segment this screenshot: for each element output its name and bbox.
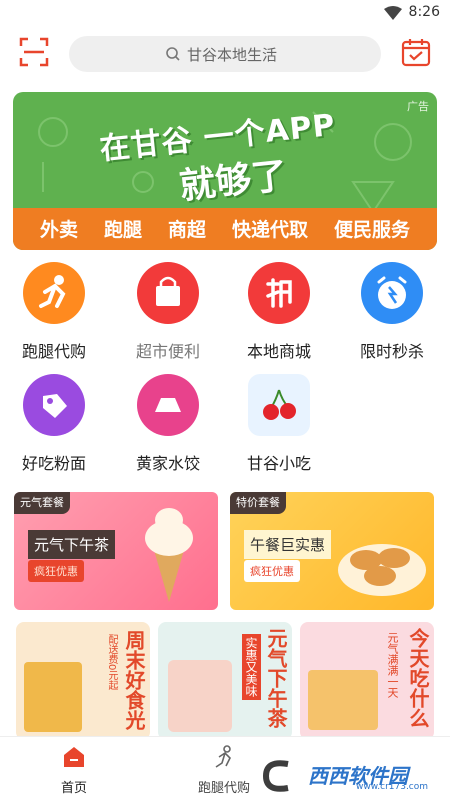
banner-tag: 外卖 xyxy=(39,219,78,241)
featured-cards: 配送费0元起 周末好食光 实惠又美味 元气下午茶 元气满满一天 今天吃什么 xyxy=(0,622,450,740)
grab-icon xyxy=(248,262,310,324)
header: 甘谷本地生活 xyxy=(0,34,450,74)
search-input[interactable]: 甘谷本地生活 xyxy=(69,36,381,72)
promo-title: 元气下午茶 xyxy=(28,530,116,559)
service-label: 黄家水饺 xyxy=(135,454,200,473)
alarm-clock-icon xyxy=(361,262,423,324)
site-watermark: 西西软件园 www.cr173.com xyxy=(250,756,446,796)
status-bar: 8:26 xyxy=(0,0,450,26)
shopping-bag-icon xyxy=(137,262,199,324)
runner-icon xyxy=(23,262,85,324)
promo-tag: 元气套餐 xyxy=(14,492,70,514)
watermark-url: www.cr173.com xyxy=(356,782,429,792)
card-small-text: 实惠又美味 xyxy=(242,634,261,700)
snack-bag-image xyxy=(24,662,82,732)
banner-tag: 跑腿 xyxy=(103,219,142,241)
cherry-icon xyxy=(248,374,310,436)
home-icon xyxy=(64,747,84,767)
service-item-local-mall[interactable]: 本地商城 xyxy=(229,262,329,366)
featured-card-weekend[interactable]: 配送费0元起 周末好食光 xyxy=(16,622,150,740)
promo-badge: 疯狂优惠 xyxy=(28,560,84,582)
service-label: 限时秒杀 xyxy=(359,342,424,361)
service-label: 跑腿代购 xyxy=(21,342,86,361)
service-item-noodles[interactable]: 好吃粉面 xyxy=(4,374,104,478)
featured-card-afternoon[interactable]: 实惠又美味 元气下午茶 xyxy=(158,622,292,740)
status-time: 8:26 xyxy=(408,4,440,20)
banner-tag: 快递代取 xyxy=(231,219,308,241)
service-item-errand[interactable]: 跑腿代购 xyxy=(4,262,104,366)
promo-card-afternoon-tea[interactable]: 元气套餐 元气下午茶 疯狂优惠 xyxy=(14,492,218,610)
search-placeholder: 甘谷本地生活 xyxy=(187,46,278,64)
service-label: 超市便利 xyxy=(135,342,200,361)
promo-card-lunch[interactable]: 特价套餐 午餐巨实惠 疯狂优惠 xyxy=(230,492,434,610)
tab-label: 首页 xyxy=(60,781,87,796)
wifi-icon xyxy=(384,6,402,20)
ad-label: 广告 xyxy=(407,100,429,113)
promo-badge: 疯狂优惠 xyxy=(244,560,300,582)
dumpling-plate-icon xyxy=(338,544,426,596)
service-label: 甘谷小吃 xyxy=(246,454,311,473)
featured-card-today[interactable]: 元气满满一天 今天吃什么 xyxy=(300,622,434,740)
service-item-dumplings[interactable]: 黄家水饺 xyxy=(118,374,218,478)
bottom-tab-bar: 首页 跑腿代购 西西软件园 www.cr173.com xyxy=(0,736,450,800)
banner-tag: 便民服务 xyxy=(333,219,410,241)
promo-banner[interactable]: 广告 在甘谷 一个APP 就够了 外卖 跑腿 商超 快递代取 便民服务 xyxy=(13,92,437,250)
service-item-snacks[interactable]: 甘谷小吃 xyxy=(229,374,329,478)
service-label: 好吃粉面 xyxy=(21,454,86,473)
service-item-supermarket[interactable]: 超市便利 xyxy=(118,262,218,366)
runner-icon xyxy=(215,745,231,768)
toast-image xyxy=(308,670,378,730)
promo-title: 午餐巨实惠 xyxy=(244,530,332,559)
promo-tag: 特价套餐 xyxy=(230,492,286,514)
banner-tag: 商超 xyxy=(167,219,206,241)
card-small-text: 配送费0元起 xyxy=(106,634,117,691)
calendar-icon xyxy=(401,39,431,67)
tag-icon xyxy=(23,374,85,436)
service-label: 本地商城 xyxy=(246,342,311,361)
card-small-text: 元气满满一天 xyxy=(386,632,399,698)
search-icon xyxy=(166,47,180,61)
tray-icon xyxy=(137,374,199,436)
scan-button[interactable] xyxy=(18,36,50,68)
calendar-button[interactable] xyxy=(400,36,432,68)
card-title: 元气下午茶 xyxy=(264,628,288,728)
banner-tags: 外卖 跑腿 商超 快递代取 便民服务 xyxy=(13,215,437,242)
card-title: 周末好食光 xyxy=(122,630,146,730)
card-title: 今天吃什么 xyxy=(406,628,430,728)
ice-cream-icon xyxy=(145,508,193,602)
scan-icon xyxy=(19,37,49,67)
tab-home[interactable]: 首页 xyxy=(24,745,124,796)
watermark-logo-icon xyxy=(262,760,289,792)
service-item-flash-sale[interactable]: 限时秒杀 xyxy=(342,262,442,366)
drinks-image xyxy=(168,660,232,732)
